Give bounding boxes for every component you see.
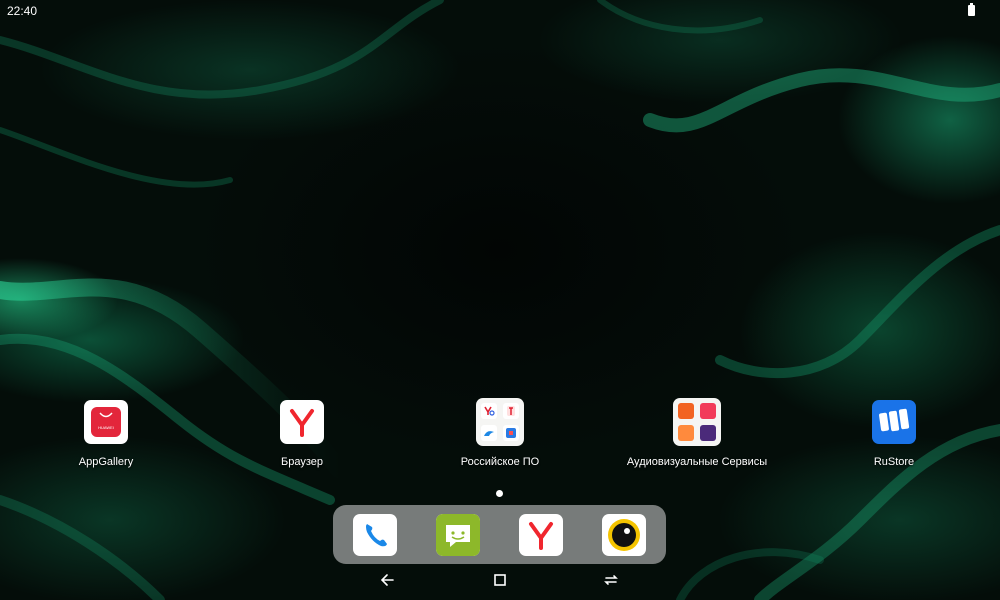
yandex-go-icon [481,403,497,419]
huawei-brand-text: HUAWEI [98,425,114,430]
ivi-icon [700,403,716,419]
kion-icon [700,425,716,441]
phone-icon[interactable] [353,514,397,556]
okko-icon [678,403,694,419]
status-bar: 22:40 [0,0,1000,22]
app-appgallery[interactable]: HUAWEI AppGallery [16,400,196,468]
messages-icon[interactable] [436,514,480,556]
app-label: Аудиовизуальные Сервисы [626,456,768,468]
rustore-icon [872,400,916,444]
app-label: AppGallery [78,456,134,468]
folder-icon [673,398,721,446]
yandex-browser-icon[interactable] [519,514,563,556]
folder-russian-software[interactable]: Российское ПО [410,398,590,468]
camera-icon[interactable] [602,514,646,556]
appgallery-icon: HUAWEI [84,400,128,444]
gosuslugi-icon [503,425,519,441]
battery-icon [968,3,975,16]
vk-cloud-icon [481,425,497,441]
folder-audiovisual-services[interactable]: Аудиовизуальные Сервисы [607,398,787,468]
dock [333,505,666,564]
clock: 22:40 [7,4,38,18]
folder-icon [476,398,524,446]
app-rustore[interactable]: RuStore [804,400,984,468]
page-indicator-dot [496,490,503,497]
app-label: Российское ПО [460,456,540,468]
home-icon[interactable] [490,570,510,590]
app-label: Браузер [281,456,323,468]
app-label: RuStore [873,456,915,468]
yandex-browser-icon [280,400,324,444]
back-icon[interactable] [378,570,398,590]
yandex-market-icon [503,403,519,419]
zvuk-icon [678,425,694,441]
recents-icon[interactable] [601,570,621,590]
app-browser[interactable]: Браузер [212,400,392,468]
